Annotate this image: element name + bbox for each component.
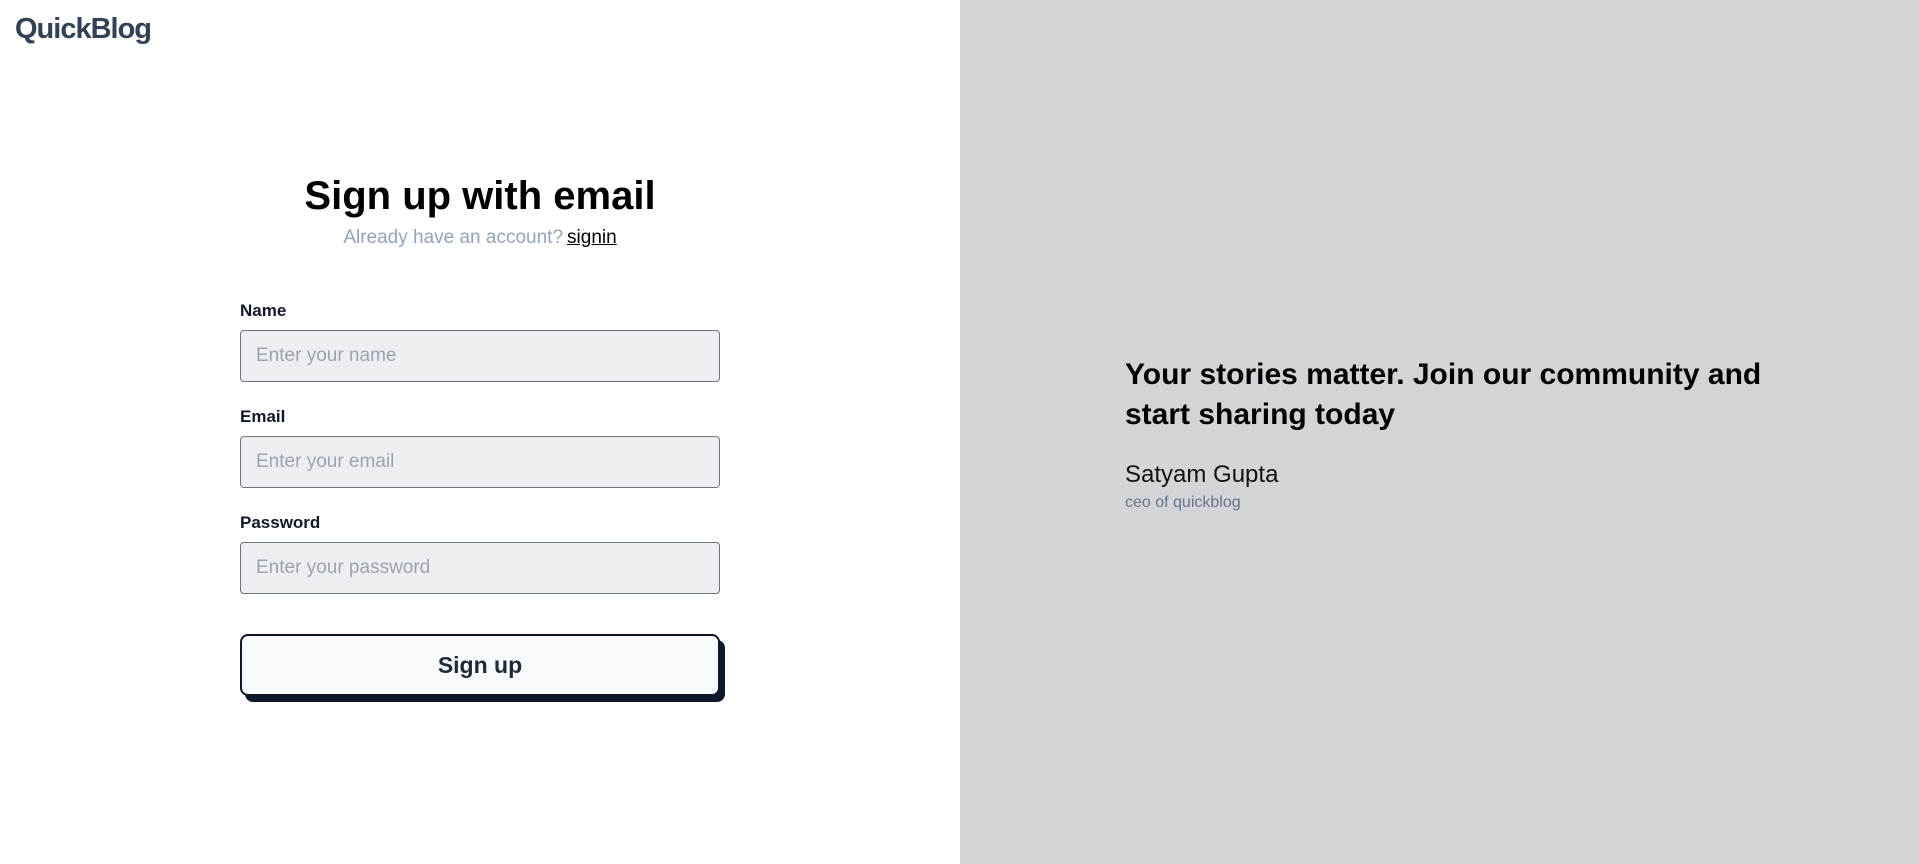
signin-link[interactable]: signin [567,227,617,248]
testimonial-panel: Your stories matter. Join our community … [960,0,1919,864]
testimonial-quote: Your stories matter. Join our community … [1125,358,1762,431]
testimonial-author: Satyam Gupta [1125,461,1279,488]
testimonial-role: ceo of quickblog [1125,494,1241,511]
signup-button-wrap: Sign up [240,634,725,702]
name-field-group: Name [240,300,720,382]
account-prompt-text: Already have an account? [343,227,564,248]
email-label: Email [240,407,286,426]
password-field-group: Password [240,512,720,594]
password-label: Password [240,513,321,532]
signin-prompt: Already have an account? signin [240,226,720,250]
email-field-group: Email [240,406,720,488]
signup-panel: QuickBlog Sign up with email Already hav… [0,0,960,864]
name-label: Name [240,301,287,320]
signup-form: Sign up with email Already have an accou… [240,172,725,702]
password-field[interactable] [240,542,720,594]
name-field[interactable] [240,330,720,382]
signup-page: QuickBlog Sign up with email Already hav… [0,0,1919,864]
page-title: Sign up with email [304,174,656,218]
testimonial: Your stories matter. Join our community … [1125,355,1805,513]
email-field[interactable] [240,436,720,488]
signup-button[interactable]: Sign up [240,634,720,696]
quickblog-logo[interactable]: QuickBlog [15,13,152,46]
